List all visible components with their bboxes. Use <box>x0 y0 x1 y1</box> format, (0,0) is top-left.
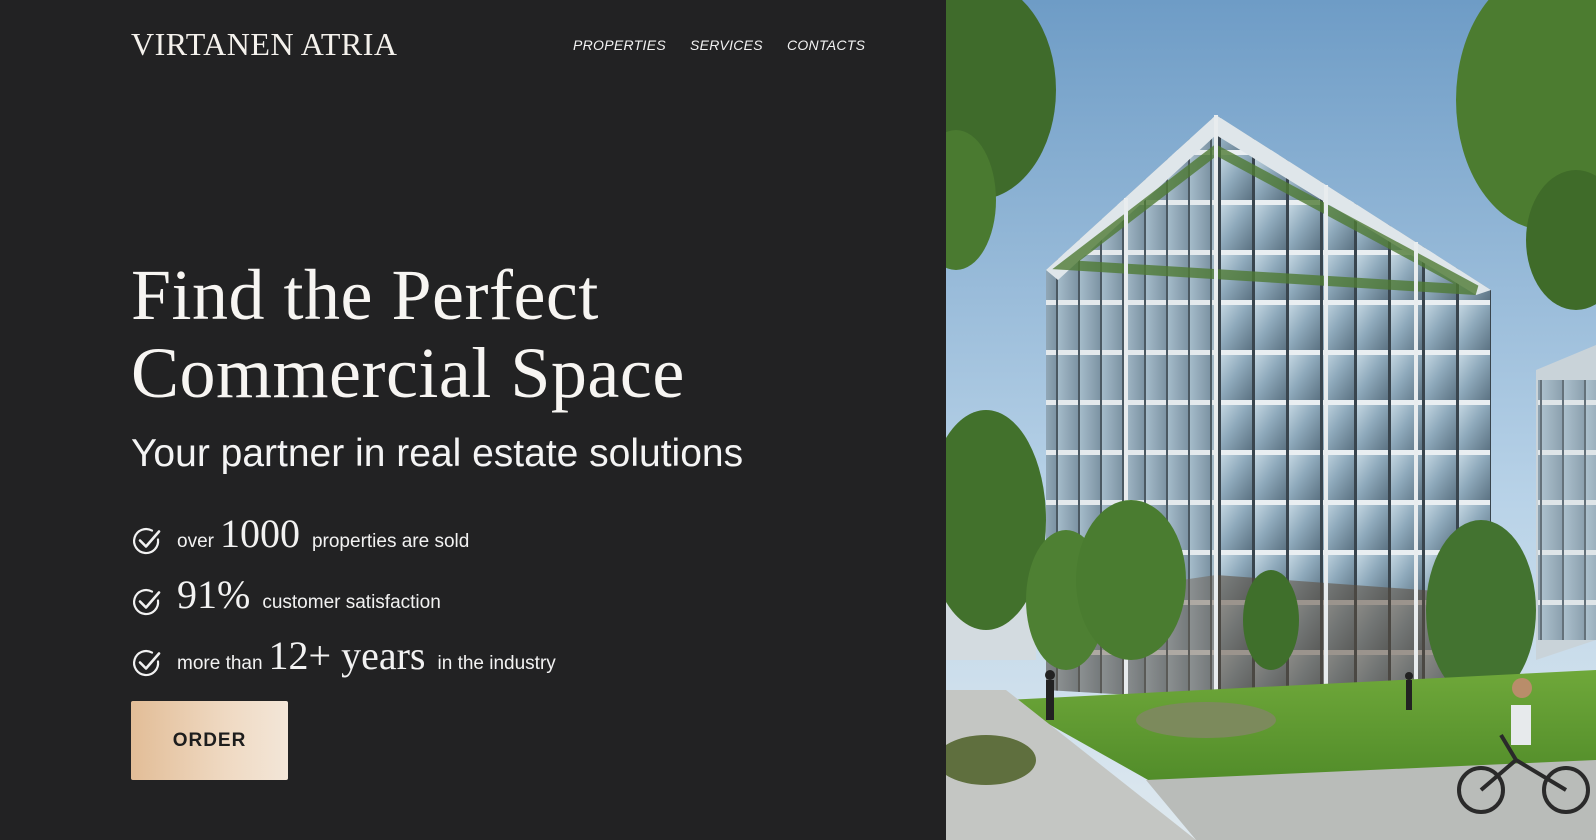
office-building-illustration <box>946 0 1596 840</box>
stat-item-properties: over 1000 properties are sold <box>131 510 556 571</box>
hero-title-line-2: Commercial Space <box>131 333 685 413</box>
stat-suffix: customer satisfaction <box>262 592 441 613</box>
check-circle-icon <box>133 527 161 554</box>
check-circle-icon <box>133 588 161 615</box>
stat-suffix: properties are sold <box>311 531 470 552</box>
stat-value: 91% <box>177 572 251 617</box>
hero-subtitle: Your partner in real estate solutions <box>131 432 744 475</box>
stats-list: over 1000 properties are sold 91% custom… <box>131 510 556 693</box>
main-nav: PROPERTIES SERVICES CONTACTS <box>573 37 865 53</box>
hero-title-line-1: Find the Perfect <box>131 255 599 335</box>
nav-link-contacts[interactable]: CONTACTS <box>787 37 865 53</box>
hero-image <box>946 0 1596 840</box>
stat-value: 1000 <box>219 511 300 556</box>
stat-prefix: over <box>177 531 214 552</box>
check-circle-icon <box>133 649 161 676</box>
nav-link-services[interactable]: SERVICES <box>690 37 763 53</box>
stat-suffix: in the industry <box>437 653 556 674</box>
stat-item-years: more than 12+ years in the industry <box>131 632 556 693</box>
hero-panel: VIRTANEN ATRIA PROPERTIES SERVICES CONTA… <box>0 0 946 840</box>
stat-prefix: more than <box>177 653 263 674</box>
order-button[interactable]: ORDER <box>131 701 288 780</box>
nav-link-properties[interactable]: PROPERTIES <box>573 37 666 53</box>
brand-logo[interactable]: VIRTANEN ATRIA <box>131 26 398 63</box>
stat-value: 12+ years <box>268 633 426 678</box>
stat-item-satisfaction: 91% customer satisfaction <box>131 571 556 632</box>
hero-title: Find the Perfect Commercial Space <box>131 256 911 412</box>
